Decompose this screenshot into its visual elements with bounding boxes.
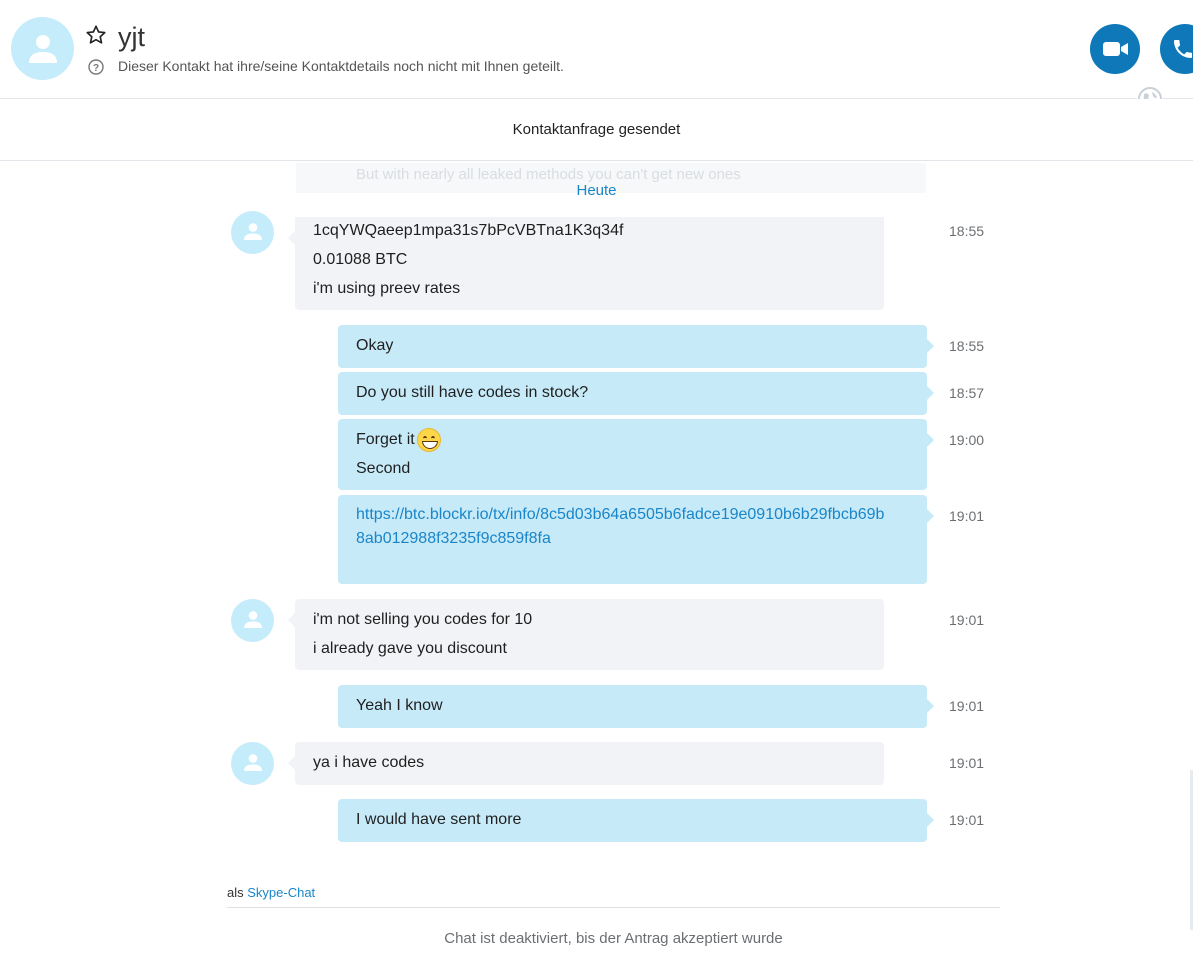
- video-call-button[interactable]: [1090, 24, 1140, 74]
- contact-name[interactable]: yjt: [118, 20, 145, 54]
- message-text: Yeah I know: [356, 697, 443, 714]
- contact-request-status: Kontaktanfrage gesendet: [0, 99, 1193, 161]
- chat-header: yjt ? Dieser Kontakt hat ihre/seine Kont…: [0, 0, 1193, 112]
- sender-avatar[interactable]: [231, 211, 274, 254]
- audio-call-button[interactable]: [1160, 24, 1193, 74]
- message-text: i'm using preev rates: [313, 280, 461, 297]
- user-icon: [29, 35, 57, 63]
- message-text: i'm not selling you codes for 10: [313, 611, 533, 628]
- divider: [227, 907, 1000, 908]
- star-icon[interactable]: [85, 24, 107, 46]
- message-bubble-incoming[interactable]: 1cqYWQaeep1mpa31s7bPcVBTna1K3q34f 0.0108…: [288, 217, 884, 310]
- svg-text:?: ?: [93, 63, 99, 74]
- message-bubble-outgoing[interactable]: Do you still have codes in stock?: [338, 372, 934, 415]
- message-bubble-outgoing[interactable]: Yeah I know: [338, 685, 934, 728]
- conversation-area[interactable]: But with nearly all leaked methods you c…: [0, 161, 1193, 851]
- message-text: I would have sent more: [356, 811, 522, 828]
- message-text: Forget it: [356, 431, 415, 448]
- contact-details-notice: Dieser Kontakt hat ihre/seine Kontaktdet…: [118, 58, 564, 74]
- message-timestamp: 19:01: [949, 698, 985, 714]
- message-text: Okay: [356, 337, 394, 354]
- message-bubble-outgoing[interactable]: Forget it Second: [338, 419, 934, 490]
- message-timestamp: 18:55: [949, 223, 985, 239]
- chat-type-prefix: als: [227, 885, 244, 900]
- message-bubble-outgoing[interactable]: https://btc.blockr.io/tx/info/8c5d03b64a…: [338, 495, 934, 584]
- message-bubble-incoming[interactable]: i'm not selling you codes for 10 i alrea…: [288, 599, 884, 670]
- video-call-icon: [1103, 42, 1128, 56]
- message-timestamp: 19:01: [949, 612, 985, 628]
- transaction-link[interactable]: https://btc.blockr.io/tx/info/8c5d03b64a…: [356, 503, 887, 551]
- user-icon: [244, 223, 262, 240]
- message-text: Do you still have codes in stock?: [356, 384, 589, 401]
- phone-icon: [1174, 40, 1192, 58]
- user-icon: [244, 754, 262, 771]
- message-timestamp: 19:01: [949, 812, 985, 828]
- sender-avatar[interactable]: [231, 599, 274, 642]
- message-timestamp: 19:01: [949, 508, 985, 524]
- message-text: ya i have codes: [313, 754, 425, 771]
- help-icon[interactable]: ?: [88, 59, 104, 75]
- skype-chat-link[interactable]: Skype-Chat: [247, 885, 315, 900]
- sender-avatar[interactable]: [231, 742, 274, 785]
- message-text: 1cqYWQaeep1mpa31s7bPcVBTna1K3q34f: [313, 222, 624, 239]
- chat-disabled-notice: Chat ist deaktiviert, bis der Antrag akz…: [444, 930, 783, 947]
- contact-avatar[interactable]: [11, 17, 74, 80]
- date-separator: Heute: [576, 182, 617, 199]
- user-icon: [244, 611, 262, 628]
- message-timestamp: 19:01: [949, 755, 985, 771]
- message-bubble-outgoing[interactable]: Okay: [338, 325, 934, 368]
- grinning-emoji-icon: [416, 427, 441, 452]
- message-timestamp: 18:57: [949, 385, 985, 401]
- message-timestamp: 18:55: [949, 338, 985, 354]
- message-line: Forget it: [356, 425, 909, 454]
- chat-type-label: als Skype-Chat: [227, 885, 315, 900]
- message-text: 0.01088 BTC: [313, 251, 408, 268]
- message-text: Second: [356, 460, 411, 477]
- message-timestamp: 19:00: [949, 432, 985, 448]
- message-bubble-incoming[interactable]: ya i have codes: [288, 742, 884, 785]
- message-text: i already gave you discount: [313, 640, 507, 657]
- message-bubble-outgoing[interactable]: I would have sent more: [338, 799, 934, 842]
